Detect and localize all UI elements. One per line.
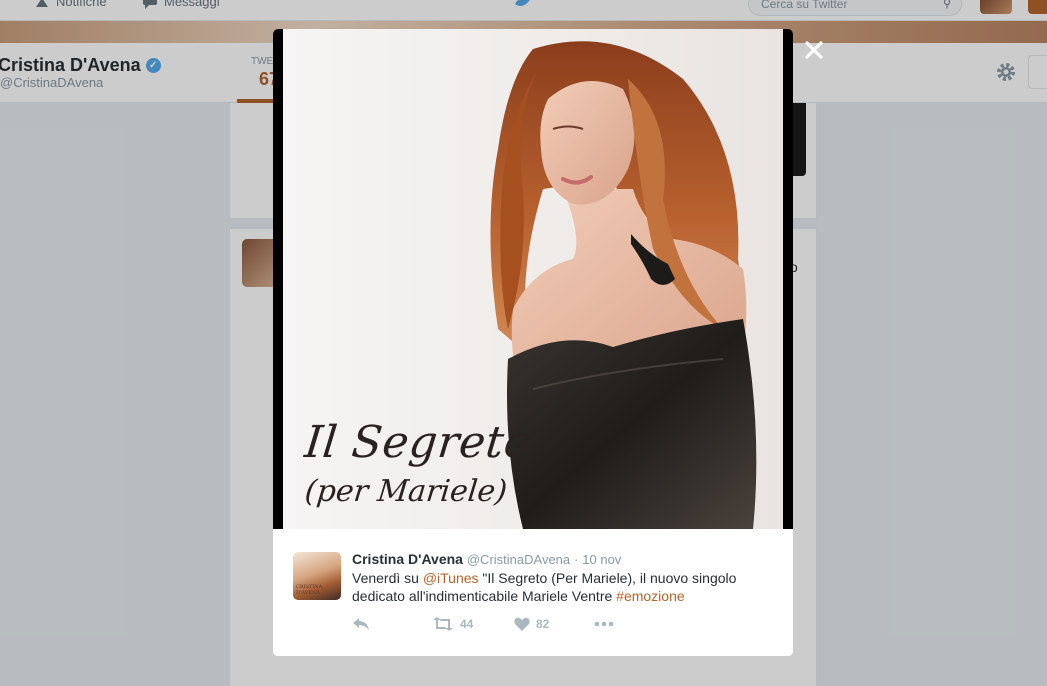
more-icon xyxy=(594,621,614,627)
mention-link[interactable]: @iTunes xyxy=(423,570,479,586)
more-actions-button[interactable] xyxy=(594,617,614,631)
retweet-icon xyxy=(433,617,453,631)
tweet-header: Cristina D'Avena @CristinaDAvena · 10 no… xyxy=(352,551,621,567)
media-modal: Il Segreto (per Mariele) CRISTINA D'AVEN… xyxy=(273,29,793,656)
hashtag-link[interactable]: #emozione xyxy=(616,588,685,604)
tweet-author-avatar[interactable]: CRISTINA D'AVENA xyxy=(293,552,341,600)
retweet-count: 44 xyxy=(460,617,474,631)
retweet-button[interactable]: 44 xyxy=(432,617,473,631)
tweet-text: Venerdì su @iTunes "Il Segreto (Per Mari… xyxy=(352,569,772,605)
tweet-text-part: Venerdì su xyxy=(352,570,423,586)
media-container: Il Segreto (per Mariele) xyxy=(273,29,793,529)
like-button[interactable]: 82 xyxy=(514,617,549,631)
like-icon xyxy=(514,617,530,631)
close-icon[interactable] xyxy=(802,38,826,62)
cover-title: Il Segreto xyxy=(302,417,534,468)
like-count: 82 xyxy=(536,617,550,631)
tweet-photo[interactable]: Il Segreto (per Mariele) xyxy=(283,29,783,529)
tweet-timestamp[interactable]: 10 nov xyxy=(582,552,621,567)
tweet-author-handle[interactable]: @CristinaDAvena xyxy=(467,552,570,567)
reply-icon xyxy=(353,618,369,630)
tweet-author-name[interactable]: Cristina D'Avena xyxy=(352,551,463,567)
avatar-caption: CRISTINA D'AVENA xyxy=(296,584,323,596)
tweet-separator: · xyxy=(574,552,579,567)
reply-button[interactable] xyxy=(352,617,370,631)
tweet-detail: CRISTINA D'AVENA Cristina D'Avena @Crist… xyxy=(273,529,793,656)
cover-subtitle: (per Mariele) xyxy=(303,474,509,509)
